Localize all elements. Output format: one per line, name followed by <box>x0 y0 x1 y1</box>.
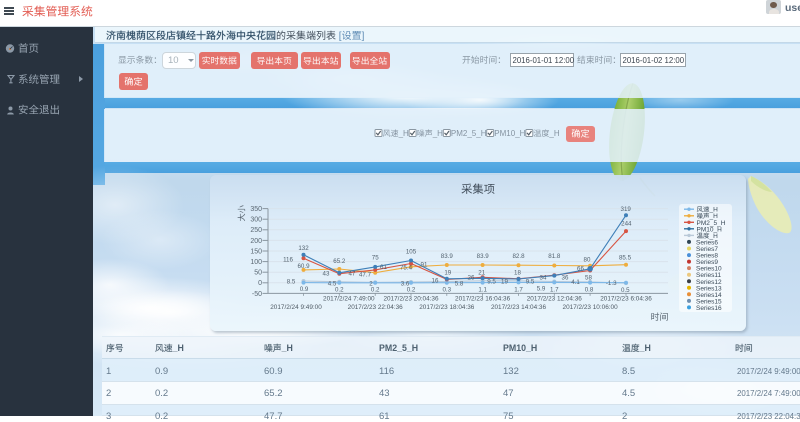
svg-text:60.9: 60.9 <box>297 263 310 270</box>
svg-text:80: 80 <box>584 257 591 264</box>
svg-text:5.8: 5.8 <box>455 281 464 288</box>
svg-text:75.4: 75.4 <box>400 265 413 272</box>
svg-text:26: 26 <box>468 275 475 282</box>
svg-text:66: 66 <box>577 266 584 273</box>
svg-text:43: 43 <box>323 271 330 278</box>
svg-text:2017/2/23 10:06:00: 2017/2/23 10:06:00 <box>563 304 619 311</box>
svg-text:19: 19 <box>444 270 451 277</box>
svg-text:105: 105 <box>406 249 417 256</box>
svg-text:0.5: 0.5 <box>621 287 630 294</box>
svg-text:Series16: Series16 <box>696 305 722 312</box>
svg-text:2017/2/23 18:04:36: 2017/2/23 18:04:36 <box>419 304 475 311</box>
svg-text:61: 61 <box>380 264 387 271</box>
svg-text:0.2: 0.2 <box>407 287 416 294</box>
svg-text:2017/2/23 22:04:36: 2017/2/23 22:04:36 <box>348 304 404 311</box>
svg-text:9.5: 9.5 <box>487 279 496 286</box>
svg-text:0.2: 0.2 <box>371 287 380 294</box>
svg-text:36: 36 <box>562 275 569 282</box>
svg-text:58: 58 <box>585 275 592 282</box>
svg-text:132: 132 <box>298 245 309 252</box>
svg-text:91: 91 <box>421 262 428 269</box>
svg-text:2017/2/24 7:49:00: 2017/2/24 7:49:00 <box>323 296 375 303</box>
svg-text:34: 34 <box>540 275 547 282</box>
svg-text:2017/2/23 12:04:36: 2017/2/23 12:04:36 <box>527 296 583 303</box>
svg-text:8.5: 8.5 <box>287 278 296 285</box>
svg-text:350: 350 <box>250 206 262 213</box>
svg-text:83.9: 83.9 <box>477 253 490 260</box>
svg-text:19: 19 <box>501 279 508 286</box>
svg-text:82.8: 82.8 <box>512 253 525 260</box>
svg-text:2017/2/23 6:04:36: 2017/2/23 6:04:36 <box>600 296 652 303</box>
svg-text:1.7: 1.7 <box>550 287 559 294</box>
svg-text:100: 100 <box>250 259 262 266</box>
svg-text:0.3: 0.3 <box>442 287 451 294</box>
svg-text:-1.3: -1.3 <box>606 280 617 287</box>
svg-text:244: 244 <box>621 221 632 228</box>
svg-text:2017/2/23 16:04:36: 2017/2/23 16:04:36 <box>455 296 511 303</box>
svg-text:2017/2/24 9:49:00: 2017/2/24 9:49:00 <box>270 304 322 311</box>
svg-text:65.2: 65.2 <box>333 258 346 265</box>
svg-text:200: 200 <box>250 238 262 245</box>
svg-text:47: 47 <box>349 271 356 278</box>
svg-text:-50: -50 <box>252 291 262 298</box>
svg-text:18: 18 <box>514 270 521 277</box>
svg-text:4.1: 4.1 <box>571 279 580 286</box>
svg-text:16: 16 <box>432 278 439 285</box>
svg-text:0.9: 0.9 <box>300 286 309 293</box>
svg-text:300: 300 <box>250 217 262 224</box>
svg-text:50: 50 <box>254 270 262 277</box>
svg-text:81.8: 81.8 <box>548 253 561 260</box>
svg-text:150: 150 <box>250 248 262 255</box>
svg-text:0: 0 <box>258 280 262 287</box>
svg-text:116: 116 <box>283 256 293 263</box>
svg-text:9.5: 9.5 <box>526 279 535 286</box>
svg-text:21: 21 <box>478 270 485 277</box>
svg-text:2017/2/23 14:04:36: 2017/2/23 14:04:36 <box>491 304 547 311</box>
svg-text:1.7: 1.7 <box>514 287 523 294</box>
svg-text:85.5: 85.5 <box>619 255 632 262</box>
svg-text:2017/2/23 20:04:36: 2017/2/23 20:04:36 <box>383 296 439 303</box>
svg-text:75: 75 <box>372 255 379 262</box>
svg-text:0.8: 0.8 <box>585 287 594 294</box>
svg-text:0.2: 0.2 <box>335 287 344 294</box>
svg-text:250: 250 <box>250 227 262 234</box>
svg-text:47.7: 47.7 <box>359 272 372 279</box>
svg-text:83.9: 83.9 <box>441 253 454 260</box>
svg-text:5.9: 5.9 <box>537 286 546 293</box>
svg-text:319: 319 <box>621 206 632 213</box>
svg-text:1.1: 1.1 <box>478 287 487 294</box>
